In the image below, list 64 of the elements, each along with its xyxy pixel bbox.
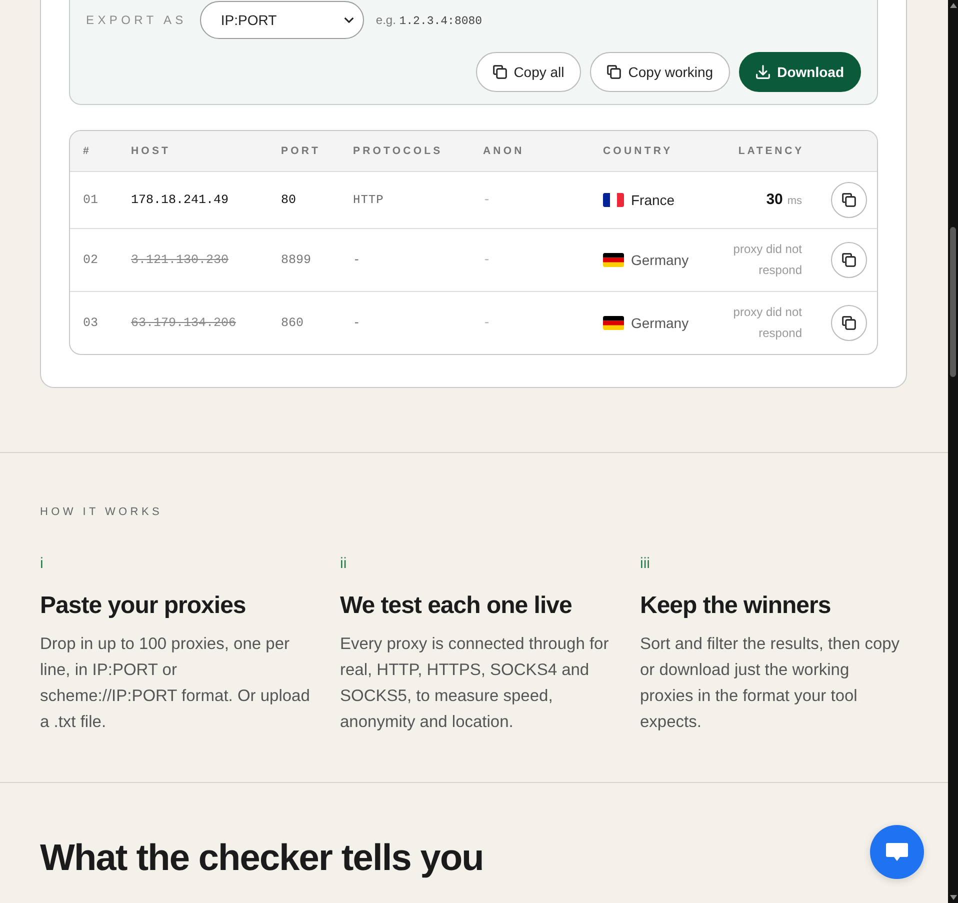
host-address: 3.121.130.230	[131, 253, 229, 267]
scroll-down-arrow-icon[interactable]	[950, 895, 956, 900]
step-description: Every proxy is connected through for real, HTTP, HTTPS, SOCKS4 and SOCKS5, to measure speed, anonymity and location.	[340, 634, 610, 733]
scrollbar-thumb[interactable]	[950, 227, 956, 377]
column-header: COUNTRY	[603, 145, 673, 157]
step-title: We test each one live	[340, 591, 572, 621]
scrollbar-track[interactable]	[948, 0, 958, 903]
copy-icon	[842, 253, 856, 267]
column-header: HOST	[131, 145, 171, 157]
flag-icon	[603, 193, 624, 207]
step-numeral: iii	[640, 554, 650, 574]
protocols-value: HTTP	[353, 193, 384, 207]
protocols-value: -	[353, 316, 361, 330]
column-header: PORT	[281, 145, 321, 157]
anonymity-value: -	[483, 253, 491, 267]
column-header: #	[83, 145, 92, 157]
column-header: ANON	[483, 145, 524, 157]
anonymity-value: -	[483, 316, 491, 330]
latency-status: proxy did not respond	[732, 241, 802, 279]
row-number: 01	[83, 193, 98, 207]
country-name: Germany	[631, 315, 689, 331]
format-example-hint: e.g. 1.2.3.4:8080	[376, 12, 482, 28]
latency-status: proxy did not respond	[732, 304, 802, 342]
copy-row-button[interactable]	[831, 305, 867, 341]
copy-button[interactable]: Copy working	[590, 52, 730, 92]
step-description: Sort and filter the results, then copy or download just the working proxies in the format your tool expects.	[640, 634, 901, 733]
flag-icon	[603, 253, 624, 267]
speech-bubble-icon	[885, 842, 909, 862]
step-title: Keep the winners	[640, 591, 831, 621]
chevron-down-icon	[344, 17, 354, 23]
port-number: 8899	[281, 253, 312, 267]
step-description: Drop in up to 100 proxies, one per line, in IP:PORT or scheme://IP:PORT format. Or upload a .txt file.	[40, 634, 311, 733]
anonymity-value: -	[483, 193, 491, 207]
export-format-label: EXPORT AS	[86, 13, 187, 27]
row-number: 02	[83, 253, 98, 267]
copy-icon	[842, 193, 856, 207]
copy-icon	[492, 65, 507, 79]
section-label: HOW IT WORKS	[40, 505, 163, 519]
column-header: PROTOCOLS	[353, 145, 443, 157]
country-name: Germany	[631, 252, 689, 268]
flag-icon	[603, 316, 624, 330]
host-address: 178.18.241.49	[131, 193, 229, 207]
country-name: France	[631, 192, 675, 208]
protocols-value: -	[353, 253, 361, 267]
download-icon	[756, 65, 770, 79]
step-title: Paste your proxies	[40, 591, 246, 621]
row-number: 03	[83, 316, 98, 330]
copy-button[interactable]: Copy all	[476, 52, 582, 92]
download-button[interactable]: Download	[739, 52, 861, 92]
step-numeral: i	[40, 554, 44, 574]
scroll-up-arrow-icon[interactable]	[950, 3, 956, 8]
export-format-dropdown[interactable]: IP:PORT	[200, 1, 364, 39]
host-address: 63.179.134.206	[131, 316, 236, 330]
copy-row-button[interactable]	[831, 242, 867, 278]
column-header: LATENCY	[738, 145, 804, 157]
port-number: 860	[281, 316, 304, 330]
copy-row-button[interactable]	[831, 182, 867, 218]
chat-button[interactable]	[870, 825, 924, 879]
latency-value: 30 ms	[766, 191, 802, 209]
copy-icon	[842, 316, 856, 330]
step-numeral: ii	[340, 554, 347, 574]
section-heading: What the checker tells you	[40, 836, 484, 880]
port-number: 80	[281, 193, 296, 207]
copy-icon	[607, 65, 622, 79]
